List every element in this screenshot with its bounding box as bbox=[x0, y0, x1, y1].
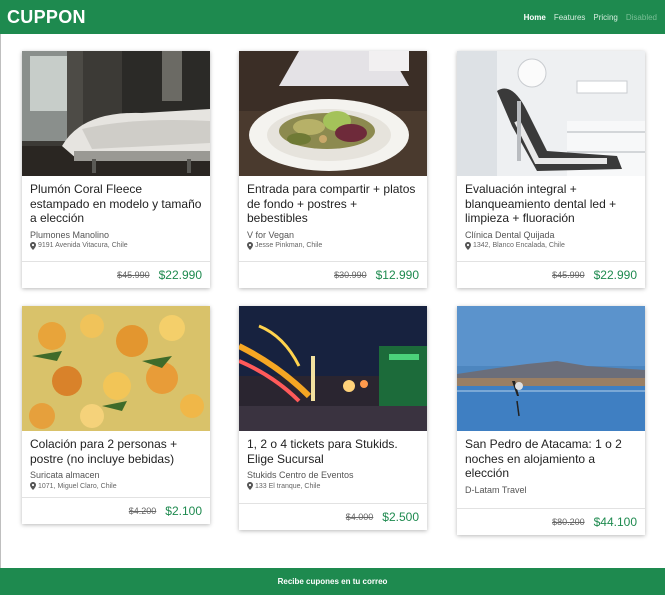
original-price: $4.000 bbox=[345, 512, 374, 522]
map-pin-icon bbox=[247, 241, 253, 250]
deal-image-salad[interactable] bbox=[239, 51, 427, 176]
deal-address-text: 1342, Blanco Encalada, Chile bbox=[473, 242, 565, 249]
deal-card[interactable]: Plumón Coral Fleece estampado en modelo … bbox=[22, 51, 210, 288]
deal-title[interactable]: Evaluación integral + blanqueamiento den… bbox=[465, 182, 637, 226]
deal-address-text: 9191 Avenida Vitacura, Chile bbox=[38, 242, 128, 249]
deal-address: 133 El tranque, Chile bbox=[247, 482, 419, 490]
deals-grid: Plumón Coral Fleece estampado en modelo … bbox=[0, 0, 665, 568]
deal-image-bedroom[interactable] bbox=[22, 51, 210, 176]
deal-address-text: Jesse Pinkman, Chile bbox=[255, 242, 323, 249]
deal-price-row: $30.990 $12.990 bbox=[239, 261, 427, 288]
deal-address-text: 1071, Miguel Claro, Chile bbox=[38, 482, 117, 490]
deal-price-row: $80.200 $44.100 bbox=[457, 508, 645, 535]
deal-card[interactable]: Colación para 2 personas + postre (no in… bbox=[22, 306, 210, 524]
newsletter-footer: Recibe cupones en tu correo bbox=[0, 568, 665, 595]
newsletter-cta-text[interactable]: Recibe cupones en tu correo bbox=[278, 577, 388, 586]
discount-price: $2.500 bbox=[382, 510, 419, 524]
original-price: $45.990 bbox=[552, 270, 585, 280]
deal-merchant: V for Vegan bbox=[247, 229, 295, 240]
deal-title[interactable]: San Pedro de Atacama: 1 o 2 noches en al… bbox=[465, 437, 637, 481]
deal-price-row: $45.990 $22.990 bbox=[22, 261, 210, 288]
deal-title[interactable]: Entrada para compartir + platos de fondo… bbox=[247, 182, 419, 226]
discount-price: $44.100 bbox=[593, 515, 637, 529]
deal-price-row: $4.000 $2.500 bbox=[239, 503, 427, 530]
deal-address: 1071, Miguel Claro, Chile bbox=[30, 482, 202, 490]
deal-card[interactable]: 1, 2 o 4 tickets para Stukids. Elige Suc… bbox=[239, 306, 427, 530]
deal-image-atacama[interactable] bbox=[457, 306, 645, 431]
deal-merchant: Stukids Centro de Eventos bbox=[247, 470, 354, 480]
deal-title[interactable]: Colación para 2 personas + postre (no in… bbox=[30, 437, 202, 466]
deal-title[interactable]: 1, 2 o 4 tickets para Stukids. Elige Suc… bbox=[247, 437, 419, 466]
deal-title[interactable]: Plumón Coral Fleece estampado en modelo … bbox=[30, 182, 202, 226]
deal-price-row: $45.990 $22.990 bbox=[457, 261, 645, 288]
deal-address: 1342, Blanco Encalada, Chile bbox=[465, 241, 637, 250]
deal-price-row: $4.200 $2.100 bbox=[22, 497, 210, 524]
deal-address: Jesse Pinkman, Chile bbox=[247, 241, 419, 250]
map-pin-icon bbox=[30, 482, 36, 490]
deal-card[interactable]: Evaluación integral + blanqueamiento den… bbox=[457, 51, 645, 288]
deal-merchant: Suricata almacen bbox=[30, 470, 100, 480]
discount-price: $12.990 bbox=[375, 268, 419, 282]
deal-image-curry[interactable] bbox=[22, 306, 210, 431]
deal-card[interactable]: Entrada para compartir + platos de fondo… bbox=[239, 51, 427, 288]
discount-price: $22.990 bbox=[158, 268, 202, 282]
deal-image-amusement-park[interactable] bbox=[239, 306, 427, 431]
deal-merchant: Clínica Dental Quijada bbox=[465, 229, 555, 240]
original-price: $45.990 bbox=[117, 270, 150, 280]
original-price: $30.990 bbox=[334, 270, 367, 280]
map-pin-icon bbox=[465, 241, 471, 250]
original-price: $4.200 bbox=[128, 506, 157, 516]
original-price: $80.200 bbox=[552, 517, 585, 527]
deal-address: 9191 Avenida Vitacura, Chile bbox=[30, 241, 202, 250]
map-pin-icon bbox=[247, 482, 253, 490]
discount-price: $2.100 bbox=[165, 504, 202, 518]
discount-price: $22.990 bbox=[593, 268, 637, 282]
deal-card[interactable]: San Pedro de Atacama: 1 o 2 noches en al… bbox=[457, 306, 645, 535]
deal-merchant: Plumones Manolino bbox=[30, 229, 110, 240]
map-pin-icon bbox=[30, 241, 36, 250]
deal-merchant: D-Latam Travel bbox=[465, 484, 527, 495]
deal-image-dental[interactable] bbox=[457, 51, 645, 176]
deal-address-text: 133 El tranque, Chile bbox=[255, 482, 321, 490]
